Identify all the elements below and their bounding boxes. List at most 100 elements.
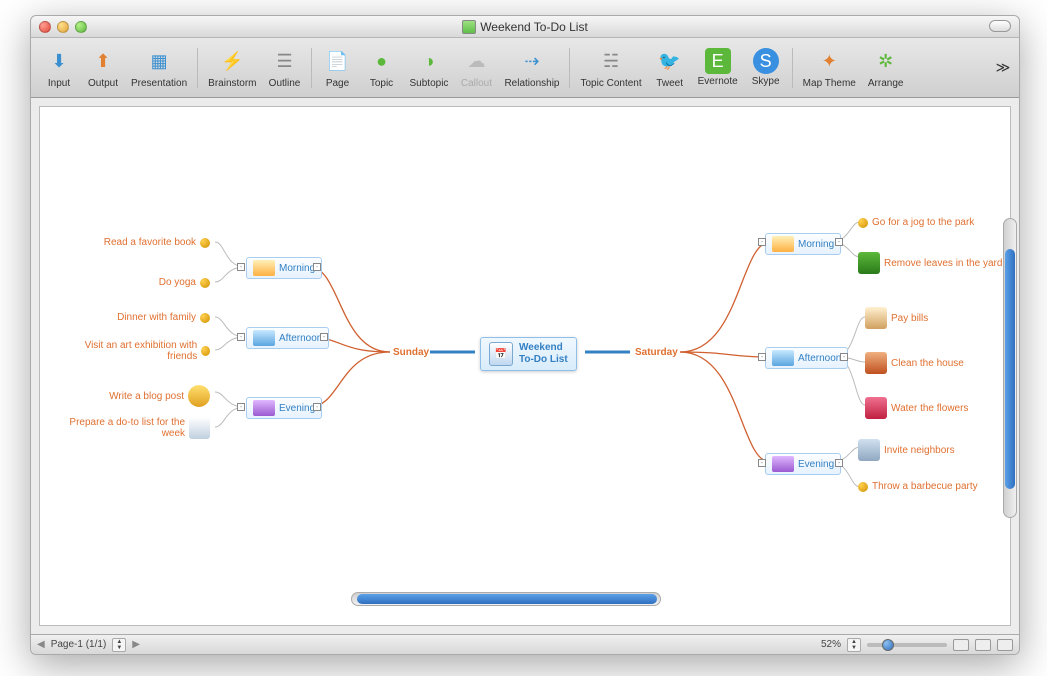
morning-icon [772, 236, 794, 252]
titlebar: Weekend To-Do List [31, 16, 1019, 38]
task-bullet-icon [200, 238, 210, 248]
task[interactable]: Do yoga [159, 277, 210, 288]
relationship-icon: ⇢ [517, 46, 547, 76]
expander[interactable]: - [840, 353, 848, 361]
expander[interactable]: - [835, 459, 843, 467]
view-mode-1-button[interactable] [953, 639, 969, 651]
expander[interactable]: - [320, 333, 328, 341]
expander[interactable]: - [237, 403, 245, 411]
toolbar-output[interactable]: ⬆ Output [81, 39, 125, 97]
mindmap-canvas[interactable]: 📅 Weekend To-Do List Saturday Sunday Mor… [39, 106, 1011, 626]
view-mode-3-button[interactable] [997, 639, 1013, 651]
presentation-icon: ▦ [144, 46, 174, 76]
expander[interactable]: - [758, 459, 766, 467]
calendar-icon: 📅 [489, 342, 513, 366]
task[interactable]: Water the flowers [865, 397, 968, 419]
afternoon-icon [253, 330, 275, 346]
task[interactable]: Prepare a do-to list for the week [50, 417, 210, 439]
topic-icon: ● [367, 46, 397, 76]
evening-icon [772, 456, 794, 472]
next-page-button[interactable]: ▶ [132, 639, 140, 650]
expander[interactable]: - [237, 333, 245, 341]
statusbar: ◀ Page-1 (1/1) ▲▼ ▶ 52% ▲▼ [31, 634, 1019, 654]
toolbar-relationship[interactable]: ⇢ Relationship [498, 39, 565, 97]
zoom-slider[interactable] [867, 643, 947, 647]
horizontal-scrollbar-thumb[interactable] [357, 594, 657, 604]
expander[interactable]: - [758, 353, 766, 361]
page-icon: 📄 [323, 46, 353, 76]
task[interactable]: Read a favorite book [104, 237, 210, 248]
leaf-icon [858, 252, 880, 274]
subtopic-icon: ◑ [414, 46, 444, 76]
expander[interactable]: - [313, 403, 321, 411]
day-saturday[interactable]: Saturday [635, 347, 678, 358]
task[interactable]: Remove leaves in the yard [858, 252, 1002, 274]
task[interactable]: Dinner with family [117, 312, 210, 323]
toolbar-separator [569, 48, 570, 88]
vertical-scrollbar-thumb[interactable] [1005, 249, 1015, 489]
task-bullet-icon [858, 482, 868, 492]
toolbar-evernote[interactable]: E Evernote [692, 39, 744, 97]
window-title-text: Weekend To-Do List [480, 20, 588, 34]
expander[interactable]: - [758, 238, 766, 246]
sun-morning-node[interactable]: Morning [246, 257, 322, 279]
task[interactable]: Visit an art exhibition with friends [70, 340, 210, 362]
morning-icon [253, 260, 275, 276]
vertical-scrollbar[interactable] [1003, 218, 1017, 518]
task[interactable]: Invite neighbors [858, 439, 955, 461]
expander[interactable]: - [835, 238, 843, 246]
task[interactable]: Throw a barbecue party [858, 481, 978, 492]
expander[interactable]: - [237, 263, 245, 271]
brainstorm-icon: ⚡ [217, 46, 247, 76]
toolbar-callout[interactable]: ☁ Callout [454, 39, 498, 97]
center-topic[interactable]: 📅 Weekend To-Do List [480, 337, 577, 371]
toolbar-brainstorm[interactable]: ⚡ Brainstorm [202, 39, 262, 97]
toolbar-presentation[interactable]: ▦ Presentation [125, 39, 193, 97]
sun-evening-node[interactable]: Evening [246, 397, 322, 419]
notes-icon [189, 417, 210, 439]
toolbar-skype[interactable]: S Skype [744, 39, 788, 97]
sat-afternoon-node[interactable]: Afternoon [765, 347, 848, 369]
task[interactable]: Write a blog post [109, 385, 210, 407]
toolbar-separator [311, 48, 312, 88]
zoom-slider-thumb[interactable] [882, 639, 894, 651]
prev-page-button[interactable]: ◀ [37, 639, 45, 650]
task[interactable]: Pay bills [865, 307, 928, 329]
task[interactable]: Go for a jog to the park [858, 217, 974, 228]
page-stepper[interactable]: ▲▼ [112, 638, 126, 652]
page-label: Page-1 (1/1) [51, 639, 107, 650]
toolbar: ⬇ Input ⬆ Output ▦ Presentation ⚡ Brains… [31, 38, 1019, 98]
expander[interactable]: - [313, 263, 321, 271]
toolbar-topic[interactable]: ● Topic [360, 39, 404, 97]
canvas-container: 📅 Weekend To-Do List Saturday Sunday Mor… [31, 98, 1019, 634]
flower-icon [865, 397, 887, 419]
window-title: Weekend To-Do List [31, 20, 1019, 34]
toolbar-input[interactable]: ⬇ Input [37, 39, 81, 97]
day-sunday[interactable]: Sunday [393, 347, 429, 358]
toolbar-subtopic[interactable]: ◑ Subtopic [404, 39, 455, 97]
document-icon [462, 20, 476, 34]
zoom-stepper[interactable]: ▲▼ [847, 638, 861, 652]
phone-icon [858, 439, 880, 461]
sat-evening-node[interactable]: Evening [765, 453, 841, 475]
output-icon: ⬆ [88, 46, 118, 76]
sat-morning-node[interactable]: Morning [765, 233, 841, 255]
task-bullet-icon [200, 278, 210, 288]
horizontal-scrollbar[interactable] [351, 592, 661, 606]
toolbar-tweet[interactable]: 🐦 Tweet [648, 39, 692, 97]
input-icon: ⬇ [44, 46, 74, 76]
toolbar-map-theme[interactable]: ✦ Map Theme [797, 39, 862, 97]
toolbar-arrange[interactable]: ✲ Arrange [862, 39, 910, 97]
sun-afternoon-node[interactable]: Afternoon [246, 327, 329, 349]
task-bullet-icon [201, 346, 210, 356]
view-mode-2-button[interactable] [975, 639, 991, 651]
task[interactable]: Clean the house [865, 352, 964, 374]
toolbar-overflow[interactable]: ≫ [993, 58, 1013, 78]
pill-button[interactable] [989, 20, 1011, 32]
outline-icon: ☰ [270, 46, 300, 76]
topic-content-icon: ☵ [596, 46, 626, 76]
toolbar-page[interactable]: 📄 Page [316, 39, 360, 97]
toolbar-topic-content[interactable]: ☵ Topic Content [574, 39, 647, 97]
toolbar-outline[interactable]: ☰ Outline [263, 39, 307, 97]
house-icon [865, 352, 887, 374]
